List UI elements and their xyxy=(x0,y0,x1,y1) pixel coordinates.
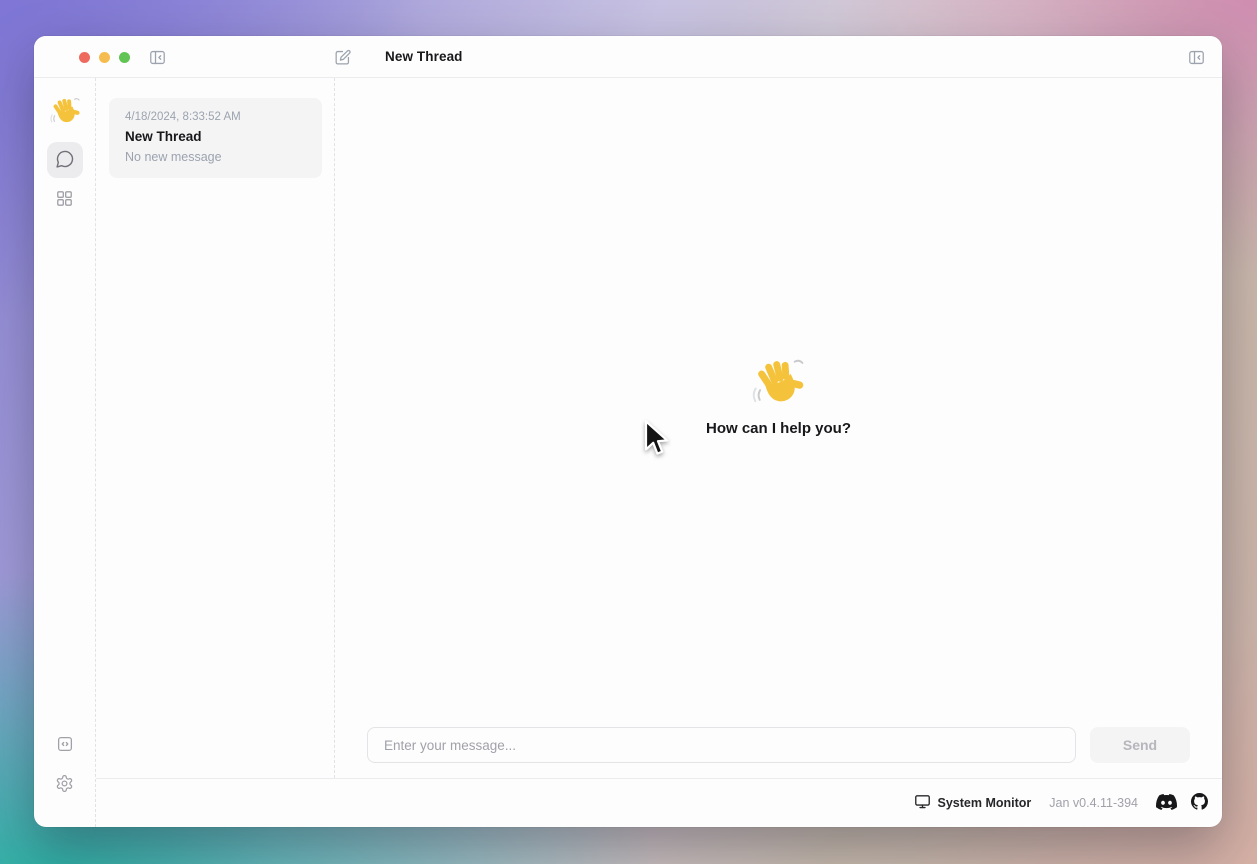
jan-app-window: New Thread xyxy=(34,36,1222,827)
thread-title: New Thread xyxy=(125,129,306,144)
minimize-window-button[interactable] xyxy=(99,52,110,63)
sidebar-item-threads[interactable] xyxy=(47,142,83,178)
monitor-icon xyxy=(914,793,931,813)
chat-bubble-icon xyxy=(55,149,75,172)
app-ribbon xyxy=(34,78,96,827)
grid-icon xyxy=(55,189,74,211)
greeting-text: How can I help you? xyxy=(706,420,851,437)
discord-icon xyxy=(1156,794,1177,813)
zoom-window-button[interactable] xyxy=(119,52,130,63)
sidebar-item-local-api-server[interactable] xyxy=(47,727,83,763)
page-title: New Thread xyxy=(385,36,463,78)
sidebar-item-hub[interactable] xyxy=(47,182,83,218)
new-thread-button[interactable] xyxy=(330,36,354,78)
send-button[interactable]: Send xyxy=(1090,727,1190,763)
app-version: Jan v0.4.11-394 xyxy=(1049,796,1138,810)
gear-icon xyxy=(55,774,74,796)
github-icon xyxy=(1191,793,1208,813)
system-monitor-button[interactable]: System Monitor xyxy=(914,793,1032,813)
title-bar: New Thread xyxy=(34,36,1222,78)
status-bar: System Monitor Jan v0.4.11-394 xyxy=(96,778,1222,827)
message-composer: Send xyxy=(367,727,1190,763)
code-square-icon xyxy=(56,735,74,756)
chat-area: How can I help you? Send xyxy=(335,78,1222,778)
panel-right-collapse-icon xyxy=(1187,48,1206,67)
thread-list-panel: 4/18/2024, 8:33:52 AM New Thread No new … xyxy=(96,78,335,778)
empty-thread-greeting: How can I help you? xyxy=(706,356,851,437)
thread-last-message: No new message xyxy=(125,150,306,164)
sidebar-item-settings[interactable] xyxy=(47,767,83,803)
panel-left-collapse-icon xyxy=(148,48,167,67)
thread-list-item[interactable]: 4/18/2024, 8:33:52 AM New Thread No new … xyxy=(109,98,322,178)
github-link[interactable] xyxy=(1191,793,1208,813)
collapse-left-panel-button[interactable] xyxy=(145,36,169,78)
compose-pencil-icon xyxy=(333,48,352,67)
collapse-right-panel-button[interactable] xyxy=(1184,36,1208,78)
traffic-lights xyxy=(79,36,130,78)
system-monitor-label: System Monitor xyxy=(938,796,1032,810)
thread-timestamp: 4/18/2024, 8:33:52 AM xyxy=(125,111,306,123)
close-window-button[interactable] xyxy=(79,52,90,63)
message-input[interactable] xyxy=(367,727,1076,763)
waving-hand-emoji xyxy=(752,356,804,408)
discord-link[interactable] xyxy=(1156,794,1177,813)
wave-logo-icon xyxy=(50,96,80,126)
